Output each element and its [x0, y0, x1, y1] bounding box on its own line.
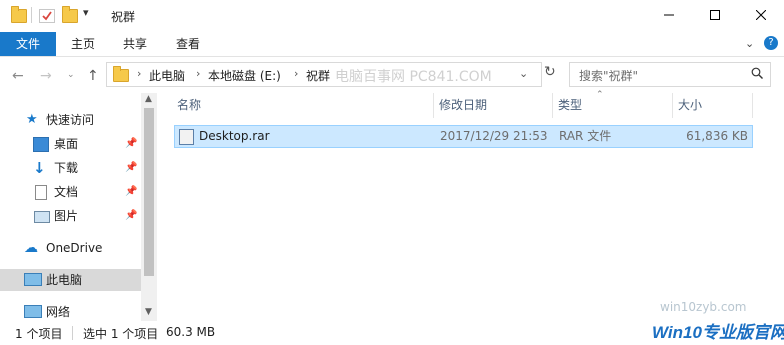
- close-button[interactable]: [738, 0, 784, 30]
- nav-item-downloads[interactable]: ↓ 下载 📌: [0, 157, 141, 179]
- scroll-down-icon[interactable]: ▼: [145, 307, 152, 317]
- folder-icon: [11, 6, 27, 23]
- nav-label: OneDrive: [46, 241, 103, 255]
- nav-network[interactable]: 网络: [0, 301, 141, 323]
- sort-chevron-icon: ⌃: [596, 90, 604, 100]
- network-icon: [24, 305, 42, 318]
- breadcrumb-folder[interactable]: 祝群: [306, 67, 330, 84]
- nav-label: 网络: [46, 305, 71, 319]
- nav-label: 文档: [54, 185, 79, 199]
- file-name[interactable]: Desktop.rar: [199, 126, 270, 147]
- tab-view[interactable]: 查看: [168, 32, 208, 56]
- forward-arrow-icon[interactable]: →: [40, 68, 52, 84]
- nav-scrollbar[interactable]: ▲ ▼: [141, 93, 157, 321]
- minimize-button[interactable]: [646, 0, 692, 30]
- address-watermark: 电脑百事网 PC841.COM: [335, 69, 492, 85]
- nav-label: 下载: [54, 161, 79, 175]
- column-header: 名称 修改日期 类型 ⌃ 大小: [158, 90, 784, 118]
- column-divider[interactable]: [672, 93, 673, 118]
- pin-icon[interactable]: 📌: [125, 157, 137, 179]
- ribbon-expand-icon[interactable]: ⌄: [745, 37, 754, 50]
- scroll-thumb[interactable]: [144, 108, 154, 276]
- status-selected: 选中 1 个项目: [83, 327, 159, 341]
- nav-item-desktop[interactable]: 桌面 📌: [0, 133, 141, 155]
- column-divider[interactable]: [752, 93, 753, 118]
- separator: [72, 326, 73, 340]
- chevron-right-icon[interactable]: ›: [196, 67, 200, 80]
- nav-label: 此电脑: [46, 273, 83, 287]
- tab-file[interactable]: 文件: [0, 32, 56, 56]
- pin-icon[interactable]: 📌: [125, 133, 137, 155]
- column-divider[interactable]: [433, 93, 434, 118]
- nav-this-pc[interactable]: 此电脑: [0, 269, 141, 291]
- tab-share[interactable]: 共享: [115, 32, 155, 56]
- breadcrumb-drive[interactable]: 本地磁盘 (E:): [208, 67, 281, 84]
- search-placeholder: 搜索"祝群": [579, 69, 639, 83]
- ribbon: 文件 主页 共享 查看 ⌄ ?: [0, 32, 784, 57]
- computer-icon: [24, 273, 42, 286]
- window-title: 祝群: [111, 10, 136, 24]
- pin-icon[interactable]: 📌: [125, 205, 137, 227]
- file-row[interactable]: Desktop.rar 2017/12/29 21:53 RAR 文件 61,8…: [174, 125, 753, 148]
- address-bar[interactable]: › 此电脑 › 本地磁盘 (E:) › 祝群 电脑百事网 PC841.COM ⌄: [106, 62, 542, 87]
- chevron-right-icon[interactable]: ›: [294, 67, 298, 80]
- watermark-site: win10zyb.com: [660, 300, 747, 314]
- nav-item-documents[interactable]: 文档 📌: [0, 181, 141, 203]
- nav-quick-access[interactable]: ★ 快速访问: [0, 109, 141, 131]
- up-arrow-icon[interactable]: ↑: [87, 68, 99, 84]
- desktop-icon: [33, 137, 49, 152]
- recent-locations-icon[interactable]: ⌄: [67, 70, 75, 80]
- column-modified[interactable]: 修改日期: [439, 93, 487, 118]
- navigation-pane: ★ 快速访问 桌面 📌 ↓ 下载 📌 文档 📌 图片 📌 ☁ OneDrive …: [0, 93, 157, 321]
- maximize-button[interactable]: [692, 0, 738, 30]
- pin-icon[interactable]: 📌: [125, 181, 137, 203]
- search-input[interactable]: 搜索"祝群": [569, 62, 771, 87]
- nav-onedrive[interactable]: ☁ OneDrive: [0, 237, 141, 259]
- properties-icon[interactable]: [39, 9, 55, 23]
- scroll-up-icon[interactable]: ▲: [145, 94, 152, 104]
- nav-label: 图片: [54, 209, 79, 223]
- file-modified: 2017/12/29 21:53: [440, 129, 548, 143]
- dropdown-chevron-icon[interactable]: ⌄: [519, 67, 528, 80]
- column-divider[interactable]: [552, 93, 553, 118]
- search-icon[interactable]: [751, 67, 763, 82]
- nav-label: 快速访问: [46, 113, 95, 127]
- nav-item-pictures[interactable]: 图片 📌: [0, 205, 141, 227]
- status-selected-size: 60.3 MB: [166, 325, 216, 339]
- document-icon: [35, 185, 47, 200]
- breadcrumb-this-pc[interactable]: 此电脑: [149, 67, 185, 84]
- rar-file-icon: [179, 129, 194, 145]
- star-icon: ★: [26, 112, 38, 127]
- watermark-logo-text: Win10专业版官网: [652, 323, 784, 342]
- picture-icon: [34, 211, 50, 223]
- status-item-count: 1 个项目: [15, 327, 63, 341]
- nav-label: 桌面: [54, 137, 79, 151]
- folder-icon: [113, 66, 129, 82]
- watermark-logo: Win10专业版官网: [652, 318, 784, 345]
- refresh-icon[interactable]: ↻: [544, 64, 556, 80]
- column-type[interactable]: 类型: [558, 93, 582, 118]
- column-name[interactable]: 名称: [177, 93, 201, 118]
- customize-dropdown-icon[interactable]: ▾: [83, 6, 89, 19]
- chevron-right-icon[interactable]: ›: [137, 67, 141, 80]
- cloud-icon: ☁: [24, 240, 38, 256]
- tab-home[interactable]: 主页: [63, 32, 103, 56]
- back-arrow-icon[interactable]: ←: [12, 68, 24, 84]
- download-icon: ↓: [33, 159, 46, 177]
- title-bar: ▾ 祝群: [0, 0, 784, 32]
- separator: [31, 7, 32, 23]
- column-size[interactable]: 大小: [678, 93, 702, 118]
- file-type: RAR 文件: [559, 129, 612, 143]
- new-folder-icon[interactable]: [62, 6, 78, 23]
- file-size: 61,836 KB: [686, 129, 748, 143]
- help-icon[interactable]: ?: [764, 36, 778, 50]
